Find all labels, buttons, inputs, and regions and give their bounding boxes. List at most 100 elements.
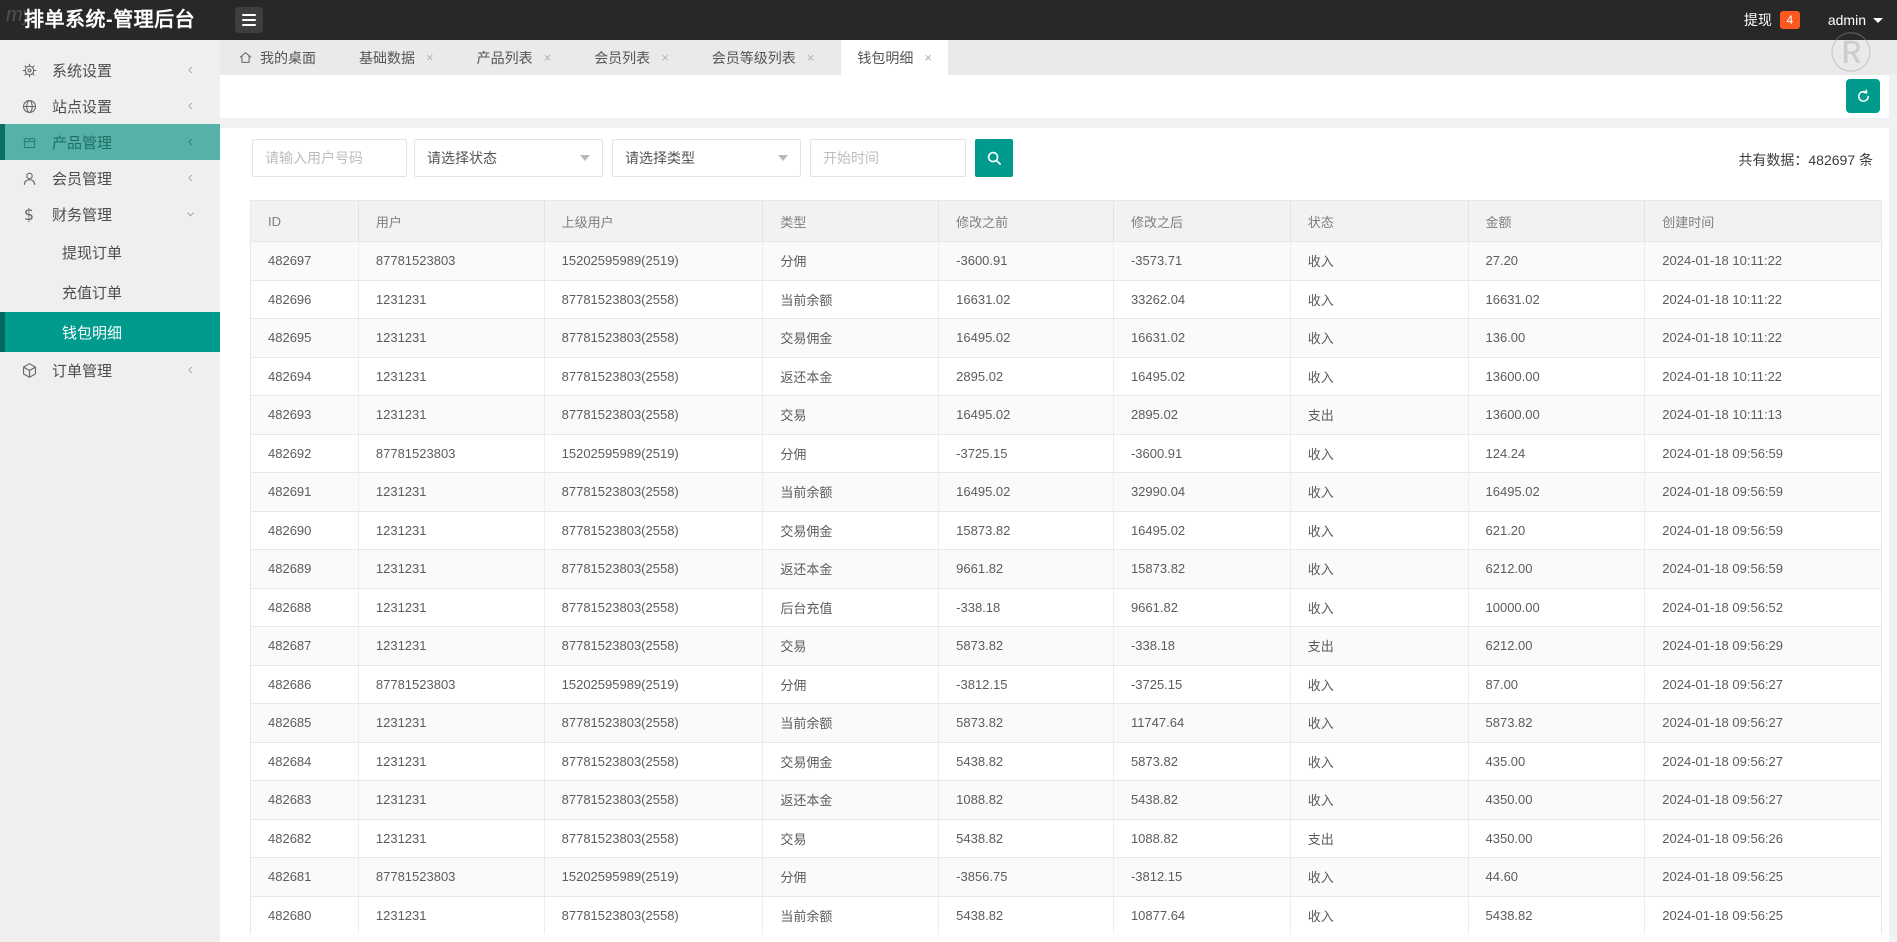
- close-icon[interactable]: ×: [426, 51, 434, 64]
- table-row: 482693 1231231 87781523803(2558) 交易 16495.02…: [251, 395, 1881, 434]
- watermark: my: [6, 4, 33, 26]
- table-cell: 16495.02: [1114, 357, 1291, 395]
- table-cell: 当前余额: [763, 473, 940, 511]
- table-cell: 33262.04: [1114, 280, 1291, 318]
- table-cell: 15873.82: [939, 511, 1114, 549]
- table-cell: 2024-01-18 09:56:59: [1662, 522, 1783, 538]
- table-cell: 收入: [1291, 473, 1469, 511]
- table-cell: 2024-01-18 09:56:27: [1662, 792, 1783, 808]
- table-cell: 1231231: [359, 280, 545, 318]
- table-cell: -3812.15: [939, 665, 1114, 703]
- tab-wallet-detail[interactable]: 钱包明细 ×: [841, 40, 948, 75]
- type-select[interactable]: 请选择类型: [612, 139, 801, 177]
- table-cell: 后台充值: [763, 588, 940, 626]
- sidebar-item-finance-manage[interactable]: $ 财务管理: [0, 196, 220, 232]
- table-cell: 87781523803(2558): [545, 588, 764, 626]
- close-icon[interactable]: ×: [544, 51, 552, 64]
- table-cell: 1231231: [359, 781, 545, 819]
- top-header: my 排单系统-管理后台 提现 4 admin: [0, 0, 1897, 40]
- table-cell: 收入: [1291, 896, 1469, 934]
- sidebar-item-product-manage[interactable]: 产品管理: [0, 124, 220, 160]
- start-date-input[interactable]: [810, 139, 966, 177]
- toolbar-strip: [220, 75, 1889, 118]
- tab-base-data[interactable]: 基础数据 ×: [343, 40, 450, 75]
- table-cell: 2024-01-18 09:56:27: [1662, 676, 1783, 692]
- table-cell: 交易佣金: [763, 742, 940, 780]
- user-number-input[interactable]: [252, 139, 407, 177]
- column-header: 状态: [1291, 201, 1469, 241]
- sidebar-item-member-manage[interactable]: 会员管理: [0, 160, 220, 196]
- tab-member-list[interactable]: 会员列表 ×: [578, 40, 685, 75]
- admin-backend-screen: my 排单系统-管理后台 提现 4 admin Ⓡ 系统设置 站点设置 产品管理 会员…: [0, 0, 1897, 942]
- table-cell: 10000.00: [1469, 588, 1646, 626]
- table-cell: 2024-01-18 09:56:29: [1662, 638, 1783, 654]
- table-cell: -3856.75: [939, 858, 1114, 896]
- table-cell: 1231231: [359, 896, 545, 934]
- chevron-left-icon: [185, 365, 196, 376]
- table-cell: 5438.82: [1114, 781, 1291, 819]
- tab-member-level-list[interactable]: 会员等级列表 ×: [696, 40, 831, 75]
- refresh-icon: [1855, 88, 1872, 105]
- table-cell: 482684: [251, 742, 359, 780]
- table-cell: 482690: [251, 511, 359, 549]
- table-header-row: ID 用户 上级用户 类型 修改之前 修改之后 状态 金额 创建时间: [251, 201, 1881, 241]
- table-cell: 482689: [251, 550, 359, 588]
- tab-bar: 我的桌面 基础数据 × 产品列表 × 会员列表 × 会员等级列表 × 钱包明细 ×: [220, 40, 1897, 75]
- table-cell: 10877.64: [1114, 896, 1291, 934]
- close-icon[interactable]: ×: [807, 51, 815, 64]
- table-cell: 1088.82: [1114, 819, 1291, 857]
- close-icon[interactable]: ×: [661, 51, 669, 64]
- table-cell: 收入: [1291, 588, 1469, 626]
- table-cell: 27.20: [1469, 242, 1646, 280]
- table-cell: 621.20: [1469, 511, 1646, 549]
- table-cell: 16495.02: [939, 396, 1114, 434]
- table-cell: -3600.91: [939, 242, 1114, 280]
- chevron-left-icon: [185, 65, 196, 76]
- tab-desktop[interactable]: 我的桌面: [222, 40, 332, 75]
- table-cell: 支出: [1291, 819, 1469, 857]
- table-cell: 交易: [763, 819, 940, 857]
- table-cell: 2024-01-18 09:56:59: [1662, 484, 1783, 500]
- table-cell: 返还本金: [763, 357, 940, 395]
- chevron-down-icon: [778, 155, 788, 161]
- chevron-left-icon: [185, 101, 196, 112]
- refresh-button[interactable]: [1846, 79, 1880, 113]
- table-row: 482690 1231231 87781523803(2558) 交易佣金 15873.…: [251, 510, 1881, 549]
- sidebar-item-order-manage[interactable]: 订单管理: [0, 352, 220, 388]
- withdraw-label: 提现: [1743, 12, 1772, 28]
- status-select-value: 请选择状态: [427, 150, 497, 166]
- table-cell: 16495.02: [1469, 473, 1646, 511]
- tab-product-list[interactable]: 产品列表 ×: [461, 40, 568, 75]
- table-cell: 15202595989(2519): [545, 434, 764, 472]
- status-select[interactable]: 请选择状态: [414, 139, 603, 177]
- table-cell: 1088.82: [939, 781, 1114, 819]
- user-menu[interactable]: admin: [1828, 12, 1883, 28]
- home-icon: [238, 50, 253, 65]
- chevron-down-icon: [580, 155, 590, 161]
- menu-toggle-button[interactable]: [235, 7, 263, 33]
- sidebar-item-system-settings[interactable]: 系统设置: [0, 52, 220, 88]
- column-header: 用户: [359, 201, 545, 241]
- sidebar-item-site-settings[interactable]: 站点设置: [0, 88, 220, 124]
- table-cell: 87781523803(2558): [545, 627, 764, 665]
- chevron-down-icon: [1873, 17, 1883, 23]
- search-button[interactable]: [975, 139, 1013, 177]
- table-cell: 13600.00: [1469, 396, 1646, 434]
- table-cell: 收入: [1291, 511, 1469, 549]
- table-cell: 1231231: [359, 627, 545, 665]
- sidebar-item-recharge-orders[interactable]: 充值订单: [0, 272, 220, 312]
- globe-icon: [20, 97, 38, 115]
- wallet-detail-table: ID 用户 上级用户 类型 修改之前 修改之后 状态 金额 创建时间 482697 8778152…: [250, 200, 1882, 934]
- withdraw-link[interactable]: 提现 4: [1744, 10, 1800, 30]
- table-cell: 16631.02: [1114, 319, 1291, 357]
- sidebar-item-withdraw-orders[interactable]: 提现订单: [0, 232, 220, 272]
- sidebar-item-wallet-detail[interactable]: 钱包明细: [0, 312, 220, 352]
- close-icon[interactable]: ×: [924, 51, 932, 64]
- table-cell: 16495.02: [939, 473, 1114, 511]
- sidebar-item-label: 站点设置: [52, 98, 113, 116]
- table-cell: 16631.02: [1469, 280, 1646, 318]
- table-cell: 87781523803(2558): [545, 319, 764, 357]
- table-cell: 15873.82: [1114, 550, 1291, 588]
- table-cell: 482693: [251, 396, 359, 434]
- table-row: 482688 1231231 87781523803(2558) 后台充值 -338.1…: [251, 587, 1881, 626]
